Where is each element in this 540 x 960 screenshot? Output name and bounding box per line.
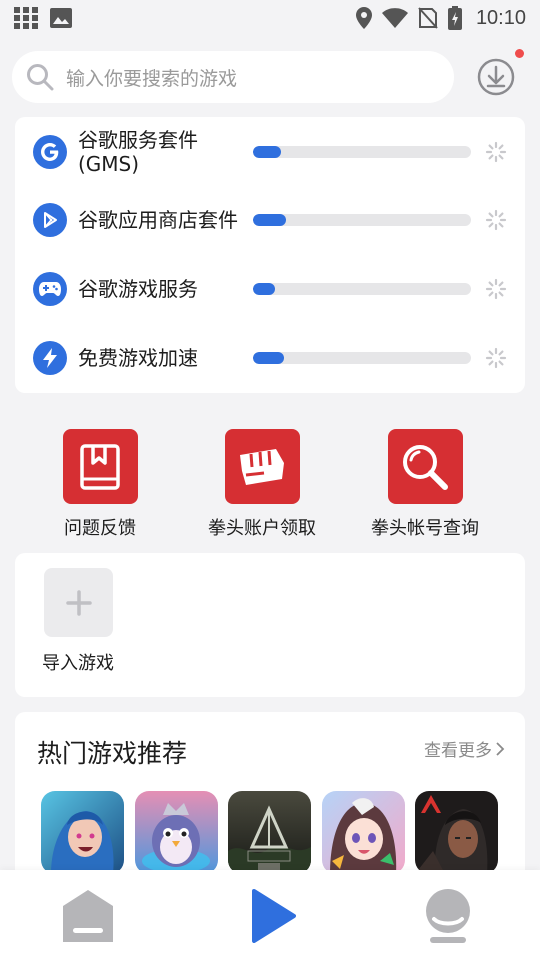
service-progress-fill bbox=[253, 352, 284, 364]
notification-dot bbox=[515, 49, 524, 58]
apps-grid-icon bbox=[14, 7, 38, 29]
service-label: 谷歌应用商店套件 bbox=[78, 208, 238, 232]
service-progress-bar bbox=[253, 352, 471, 364]
game-penguin-icon bbox=[135, 791, 218, 874]
riot-account-lookup-button[interactable]: 拳头帐号查询 bbox=[355, 429, 495, 540]
search-input[interactable]: 输入你要搜索的游戏 bbox=[12, 51, 454, 103]
import-game-label: 导入游戏 bbox=[42, 653, 114, 674]
service-progress-fill bbox=[253, 146, 282, 158]
tool-label: 拳头帐号查询 bbox=[371, 518, 479, 539]
loading-spinner-icon bbox=[485, 347, 507, 369]
game-apex-icon bbox=[415, 791, 498, 874]
chevron-right-icon bbox=[496, 741, 505, 756]
hot-games-title: 热门游戏推荐 bbox=[37, 739, 188, 768]
service-label: 免费游戏加速 bbox=[78, 346, 198, 370]
clock-time: 10:10 bbox=[475, 6, 526, 29]
riot-fist-icon bbox=[224, 429, 300, 504]
import-card: 导入游戏 bbox=[15, 553, 525, 697]
status-bar: 10:10 bbox=[0, 0, 540, 36]
search-row: 输入你要搜索的游戏 bbox=[12, 49, 528, 104]
nav-profile[interactable] bbox=[418, 886, 478, 946]
service-label: 谷歌游戏服务 bbox=[78, 277, 198, 301]
game-jinx-icon bbox=[41, 791, 124, 874]
riot-account-claim-button[interactable]: 拳头账户领取 bbox=[192, 429, 332, 540]
google-g-icon bbox=[33, 135, 67, 169]
service-progress-fill bbox=[253, 283, 275, 295]
loading-spinner-icon bbox=[485, 209, 507, 231]
service-row-gms[interactable]: 谷歌服务套件(GMS) bbox=[15, 124, 525, 180]
view-more-label: 查看更多 bbox=[424, 741, 492, 761]
service-progress-fill bbox=[253, 214, 286, 226]
service-row-play-store[interactable]: 谷歌应用商店套件 bbox=[15, 192, 525, 248]
service-row-game-services[interactable]: 谷歌游戏服务 bbox=[15, 261, 525, 317]
nav-home[interactable] bbox=[58, 886, 118, 946]
search-icon bbox=[27, 64, 54, 91]
location-icon bbox=[355, 7, 372, 29]
battery-charging-icon bbox=[447, 6, 462, 30]
nav-play[interactable] bbox=[242, 886, 302, 946]
game-ark-icon bbox=[228, 791, 311, 874]
profile-icon bbox=[426, 889, 470, 943]
plus-icon bbox=[65, 589, 92, 616]
feedback-button[interactable]: 问题反馈 bbox=[30, 429, 170, 540]
magnifier-icon bbox=[387, 429, 463, 504]
game-tile-jinx[interactable] bbox=[41, 791, 124, 874]
tool-label: 问题反馈 bbox=[64, 518, 136, 539]
service-progress-bar bbox=[253, 146, 471, 158]
bookmark-book-icon bbox=[62, 429, 138, 504]
download-icon bbox=[477, 58, 515, 96]
services-card: 谷歌服务套件(GMS) 谷歌应用商店套件 谷歌游戏服务 免费游戏加速 bbox=[15, 117, 525, 393]
home-icon bbox=[63, 890, 113, 942]
game-tile-penguin[interactable] bbox=[135, 791, 218, 874]
service-progress-bar bbox=[253, 283, 471, 295]
loading-spinner-icon bbox=[485, 141, 507, 163]
gamepad-icon bbox=[33, 272, 67, 306]
game-tile-anime[interactable] bbox=[322, 791, 405, 874]
hot-games-card: 热门游戏推荐 查看更多 bbox=[15, 712, 525, 892]
service-label: 谷歌服务套件(GMS) bbox=[78, 128, 198, 176]
import-game-button[interactable] bbox=[44, 568, 113, 637]
no-sim-icon bbox=[418, 7, 438, 29]
service-row-acceleration[interactable]: 免费游戏加速 bbox=[15, 330, 525, 386]
play-icon bbox=[252, 889, 296, 943]
tool-label: 拳头账户领取 bbox=[208, 518, 316, 539]
game-tile-apex[interactable] bbox=[415, 791, 498, 874]
service-progress-bar bbox=[253, 214, 471, 226]
image-icon bbox=[50, 8, 72, 28]
game-anime-icon bbox=[322, 791, 405, 874]
lightning-icon bbox=[33, 341, 67, 375]
game-tile-ark[interactable] bbox=[228, 791, 311, 874]
view-more-link[interactable]: 查看更多 bbox=[424, 736, 505, 761]
download-button[interactable] bbox=[476, 49, 524, 97]
bottom-navigation bbox=[0, 870, 540, 960]
play-store-icon bbox=[33, 203, 67, 237]
loading-spinner-icon bbox=[485, 278, 507, 300]
search-placeholder: 输入你要搜索的游戏 bbox=[66, 67, 238, 90]
wifi-icon bbox=[381, 8, 408, 28]
